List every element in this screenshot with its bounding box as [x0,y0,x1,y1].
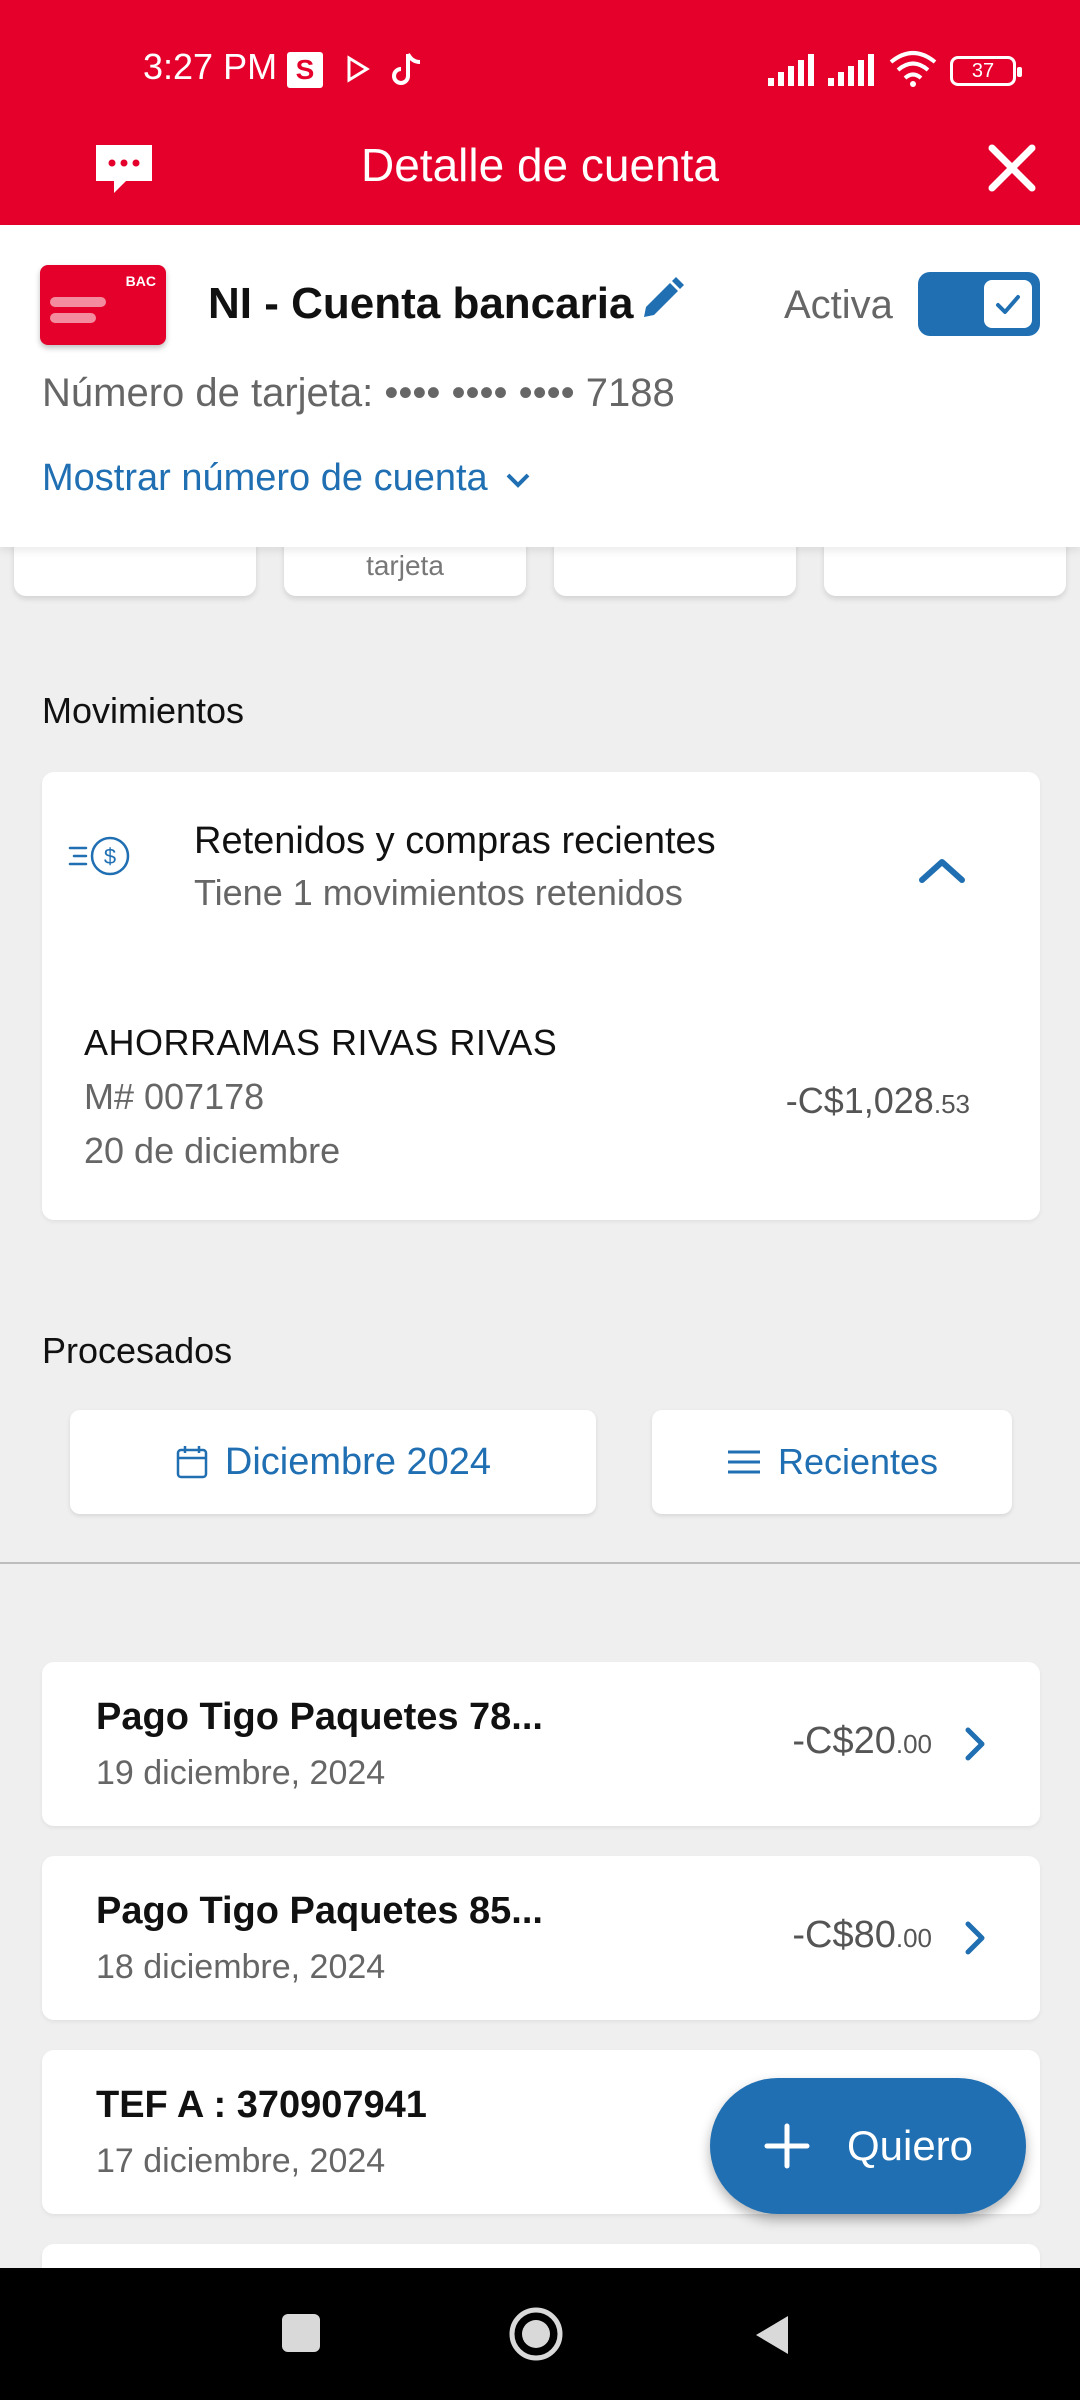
pending-title: Retenidos y compras recientes [194,820,716,862]
transaction-title: Pago Tigo Paquetes 85... [96,1890,543,1932]
wifi-icon [889,51,937,87]
chevron-right-icon [965,1727,985,1761]
show-account-label: Mostrar número de cuenta [42,457,488,499]
transaction-row[interactable]: Pago Tigo Paquetes 78... 19 diciembre, 2… [42,1662,1040,1826]
chevron-right-icon [965,1921,985,1955]
amount-cents: .00 [895,1729,932,1759]
check-icon [996,295,1020,314]
back-button[interactable] [752,2312,792,2358]
home-button[interactable] [508,2306,564,2362]
signal-icon-2 [828,54,874,86]
amount-value: -C$80 [792,1914,896,1956]
transaction-date: 17 diciembre, 2024 [96,2142,386,2180]
divider [0,1562,1080,1564]
fab-label: Quiero [846,2122,974,2169]
transaction-date: 18 diciembre, 2024 [96,1948,386,1986]
transaction-amount: -C$80.00 [792,1914,932,1957]
pending-movements-card: $ Retenidos y compras recientes Tiene 1 … [42,772,1040,1220]
pending-merchant: AHORRAMAS RIVAS RIVAS [84,1022,558,1063]
close-icon[interactable] [984,140,1040,196]
battery-icon: 37 [950,56,1022,86]
movements-heading: Movimientos [42,690,245,731]
card-stripe [50,297,106,307]
card-thumbnail: BAC [40,265,166,345]
active-label: Activa [784,283,893,327]
recents-button[interactable] [282,2314,320,2352]
month-filter-label: Diciembre 2024 [224,1440,492,1483]
svg-text:$: $ [104,844,116,869]
pending-date: 20 de diciembre [84,1130,341,1171]
amount-value: -C$20 [792,1720,896,1762]
transaction-title: TEF A : 370907941 [96,2084,427,2126]
account-summary: BAC NI - Cuenta bancaria Activa Número d… [0,225,1080,547]
processed-heading: Procesados [42,1330,233,1371]
list-icon [727,1450,760,1474]
card-number: Número de tarjeta: •••• •••• •••• 7188 [42,371,675,415]
quick-action-label: tarjeta [366,550,444,581]
transaction-title: Pago Tigo Paquetes 78... [96,1696,543,1738]
card-stripe [50,313,96,323]
money-hold-icon: $ [68,836,130,876]
amount-value: -C$1,028 [785,1080,934,1121]
amount-cents: .00 [895,1923,932,1953]
chevron-up-icon[interactable] [912,852,972,888]
plus-icon [764,2123,810,2169]
signal-icon [768,54,814,86]
chevron-down-icon [506,473,530,488]
transaction-amount: -C$20.00 [792,1720,932,1763]
show-account-number-link[interactable]: Mostrar número de cuenta [42,457,532,500]
transaction-row[interactable]: Pago Tigo Paquetes 85... 18 diciembre, 2… [42,1856,1040,2020]
quiero-fab-button[interactable]: Quiero [710,2078,1026,2214]
page-title: Detalle de cuenta [360,139,720,191]
s-app-icon: S [287,52,323,88]
pending-amount: -C$1,028.53 [786,1080,970,1122]
sort-filter-label: Recientes [777,1441,939,1482]
status-time: 3:27 PM [143,46,278,87]
tiktok-icon [392,53,421,85]
status-bar: 3:27 PM S 37 [0,0,1080,140]
pending-reference: M# 007178 [84,1076,265,1117]
month-filter-button[interactable]: Diciembre 2024 [70,1410,596,1514]
pencil-icon[interactable] [636,275,686,325]
pending-subtitle: Tiene 1 movimientos retenidos [194,872,683,913]
app-header: 3:27 PM S 37 Detalle de cuenta [0,0,1080,225]
calendar-icon [176,1446,208,1479]
transaction-date: 19 diciembre, 2024 [96,1754,386,1792]
system-nav-bar [0,2268,1080,2400]
amount-cents: .53 [933,1089,970,1119]
account-name: NI - Cuenta bancaria [208,279,634,328]
sort-filter-button[interactable]: Recientes [652,1410,1012,1514]
play-store-icon [347,55,370,83]
toggle-knob [984,280,1032,328]
bac-logo: BAC [125,273,156,289]
active-toggle[interactable] [918,272,1040,336]
